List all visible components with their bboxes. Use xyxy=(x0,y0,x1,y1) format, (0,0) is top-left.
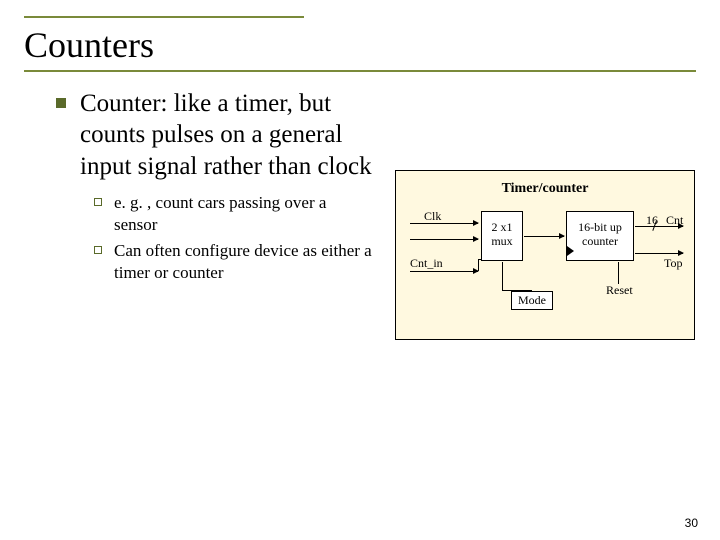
accent-line-top xyxy=(24,16,304,18)
page-number: 30 xyxy=(685,516,698,530)
mux-line1: 2 x1 xyxy=(482,220,522,234)
top-out-label: Top xyxy=(664,256,683,271)
mux-line2: mux xyxy=(482,234,522,248)
square-bullet-icon xyxy=(56,98,66,108)
cnt-in-label: Cnt_in xyxy=(410,256,443,271)
timer-counter-diagram: Timer/counter Clk Cnt_in 2 x1 mux 16-bit… xyxy=(395,170,695,340)
mode-label: Mode xyxy=(511,291,553,310)
cnt-in-vline xyxy=(478,259,479,271)
mode-vline xyxy=(502,262,503,290)
counter-line2: counter xyxy=(567,234,633,248)
reset-vline xyxy=(618,262,619,284)
main-bullet: Counter: like a timer, but counts pulses… xyxy=(56,88,676,182)
sub-bullet-text: Can often configure device as either a t… xyxy=(114,240,374,284)
accent-line-title xyxy=(24,70,696,72)
mux-block: 2 x1 mux xyxy=(481,211,523,261)
counter-line1: 16-bit up xyxy=(567,220,633,234)
slide-title: Counters xyxy=(24,24,154,66)
clock-triangle-icon xyxy=(567,246,574,256)
open-square-bullet-icon xyxy=(94,246,102,254)
mux-to-counter-arrow xyxy=(524,236,564,237)
clk-arrow xyxy=(410,223,478,224)
sub-bullet-text: e. g. , count cars passing over a sensor xyxy=(114,192,374,236)
diagram-title: Timer/counter xyxy=(396,181,694,197)
cnt-in-arrow xyxy=(410,271,478,272)
counter-block: 16-bit up counter xyxy=(566,211,634,261)
clk-label: Clk xyxy=(424,209,441,224)
reset-label: Reset xyxy=(606,283,633,298)
main-bullet-text: Counter: like a timer, but counts pulses… xyxy=(80,88,380,182)
bus-width-label: 16 xyxy=(646,213,658,228)
clk-arrow-2 xyxy=(410,239,478,240)
open-square-bullet-icon xyxy=(94,198,102,206)
cnt-out-label: Cnt xyxy=(666,213,683,228)
top-out-arrow xyxy=(635,253,683,254)
